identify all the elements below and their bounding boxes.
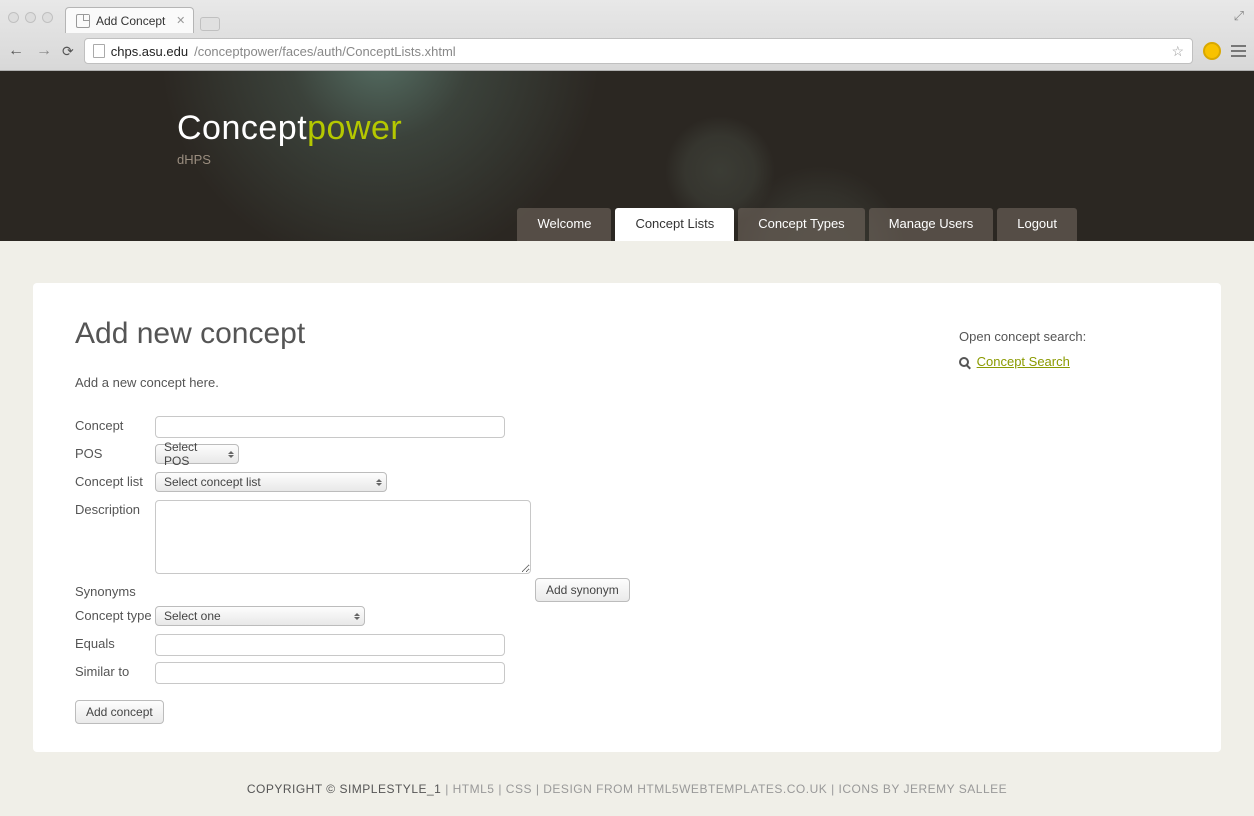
- extension-icon[interactable]: [1203, 42, 1221, 60]
- footer-sep: |: [831, 782, 838, 796]
- sidebar-title: Open concept search:: [959, 329, 1179, 344]
- label-similar-to: Similar to: [75, 662, 155, 679]
- description-textarea[interactable]: [155, 500, 531, 574]
- main-content: Add new concept Add a new concept here. …: [75, 317, 899, 724]
- nav-concept-lists[interactable]: Concept Lists: [615, 208, 734, 241]
- close-tab-icon[interactable]: ✕: [176, 14, 185, 27]
- nav-logout[interactable]: Logout: [997, 208, 1077, 241]
- site-header: Conceptpower dHPS Welcome Concept Lists …: [0, 71, 1254, 241]
- sidebar: Open concept search: Concept Search: [959, 317, 1179, 724]
- site-icon: [93, 44, 105, 58]
- logo-part1: Concept: [177, 109, 307, 147]
- back-button[interactable]: ←: [8, 42, 24, 60]
- equals-input[interactable]: [155, 634, 505, 656]
- browser-menu-icon[interactable]: [1231, 45, 1246, 57]
- reload-button[interactable]: ⟳: [62, 43, 74, 60]
- label-synonyms: Synonyms: [75, 582, 155, 599]
- footer-icons-link[interactable]: ICONS BY JEREMY SALLEE: [839, 782, 1008, 796]
- browser-tab[interactable]: Add Concept ✕: [65, 7, 194, 33]
- footer-copyright: COPYRIGHT © SIMPLESTYLE_1: [247, 782, 442, 796]
- add-concept-button[interactable]: Add concept: [75, 700, 164, 724]
- tab-title: Add Concept: [96, 14, 165, 28]
- chevron-updown-icon: [354, 613, 360, 620]
- concept-type-select-value: Select one: [164, 609, 221, 623]
- footer-sep: |: [445, 782, 452, 796]
- concept-list-select[interactable]: Select concept list: [155, 472, 387, 492]
- site-sublogo: dHPS: [177, 152, 1077, 167]
- new-tab-button[interactable]: [200, 17, 220, 31]
- site-footer: COPYRIGHT © SIMPLESTYLE_1 | HTML5 | CSS …: [0, 782, 1254, 816]
- concept-type-select[interactable]: Select one: [155, 606, 365, 626]
- page-icon: [76, 14, 90, 28]
- page-intro: Add a new concept here.: [75, 375, 899, 390]
- nav-concept-types[interactable]: Concept Types: [738, 208, 864, 241]
- minimize-window-icon[interactable]: [25, 12, 36, 23]
- chevron-updown-icon: [376, 479, 382, 486]
- main-nav: Welcome Concept Lists Concept Types Mana…: [517, 208, 1077, 241]
- similar-to-input[interactable]: [155, 662, 505, 684]
- label-pos: POS: [75, 444, 155, 461]
- label-description: Description: [75, 500, 155, 517]
- forward-button[interactable]: →: [36, 42, 52, 60]
- page-title: Add new concept: [75, 317, 899, 351]
- search-icon: [959, 357, 969, 367]
- fullscreen-icon[interactable]: ⤢: [1234, 8, 1244, 24]
- address-bar: ← → ⟳ chps.asu.edu/conceptpower/faces/au…: [0, 34, 1254, 70]
- add-synonym-button[interactable]: Add synonym: [535, 578, 630, 602]
- url-host: chps.asu.edu: [111, 44, 188, 59]
- bookmark-icon[interactable]: ☆: [1171, 43, 1184, 60]
- site-logo[interactable]: Conceptpower: [177, 109, 1077, 148]
- chevron-updown-icon: [228, 451, 234, 458]
- window-controls[interactable]: [8, 12, 53, 23]
- logo-part2: power: [307, 109, 402, 147]
- label-concept: Concept: [75, 416, 155, 433]
- url-path: /conceptpower/faces/auth/ConceptLists.xh…: [194, 44, 456, 59]
- content-container: Add new concept Add a new concept here. …: [33, 283, 1221, 752]
- browser-chrome: Add Concept ✕ ⤢ ← → ⟳ chps.asu.edu/conce…: [0, 0, 1254, 71]
- footer-css-link[interactable]: CSS: [506, 782, 532, 796]
- pos-select[interactable]: Select POS: [155, 444, 239, 464]
- titlebar: Add Concept ✕ ⤢: [0, 0, 1254, 34]
- label-concept-type: Concept type: [75, 606, 155, 623]
- concept-input[interactable]: [155, 416, 505, 438]
- concept-search-link[interactable]: Concept Search: [977, 354, 1070, 369]
- concept-list-select-value: Select concept list: [164, 475, 261, 489]
- zoom-window-icon[interactable]: [42, 12, 53, 23]
- footer-html5-link[interactable]: HTML5: [453, 782, 495, 796]
- footer-sep: |: [498, 782, 505, 796]
- label-concept-list: Concept list: [75, 472, 155, 489]
- url-field[interactable]: chps.asu.edu/conceptpower/faces/auth/Con…: [84, 38, 1193, 64]
- footer-design-link[interactable]: DESIGN FROM HTML5WEBTEMPLATES.CO.UK: [543, 782, 827, 796]
- footer-sep: |: [536, 782, 543, 796]
- close-window-icon[interactable]: [8, 12, 19, 23]
- pos-select-value: Select POS: [164, 440, 224, 468]
- label-equals: Equals: [75, 634, 155, 651]
- nav-welcome[interactable]: Welcome: [517, 208, 611, 241]
- nav-manage-users[interactable]: Manage Users: [869, 208, 994, 241]
